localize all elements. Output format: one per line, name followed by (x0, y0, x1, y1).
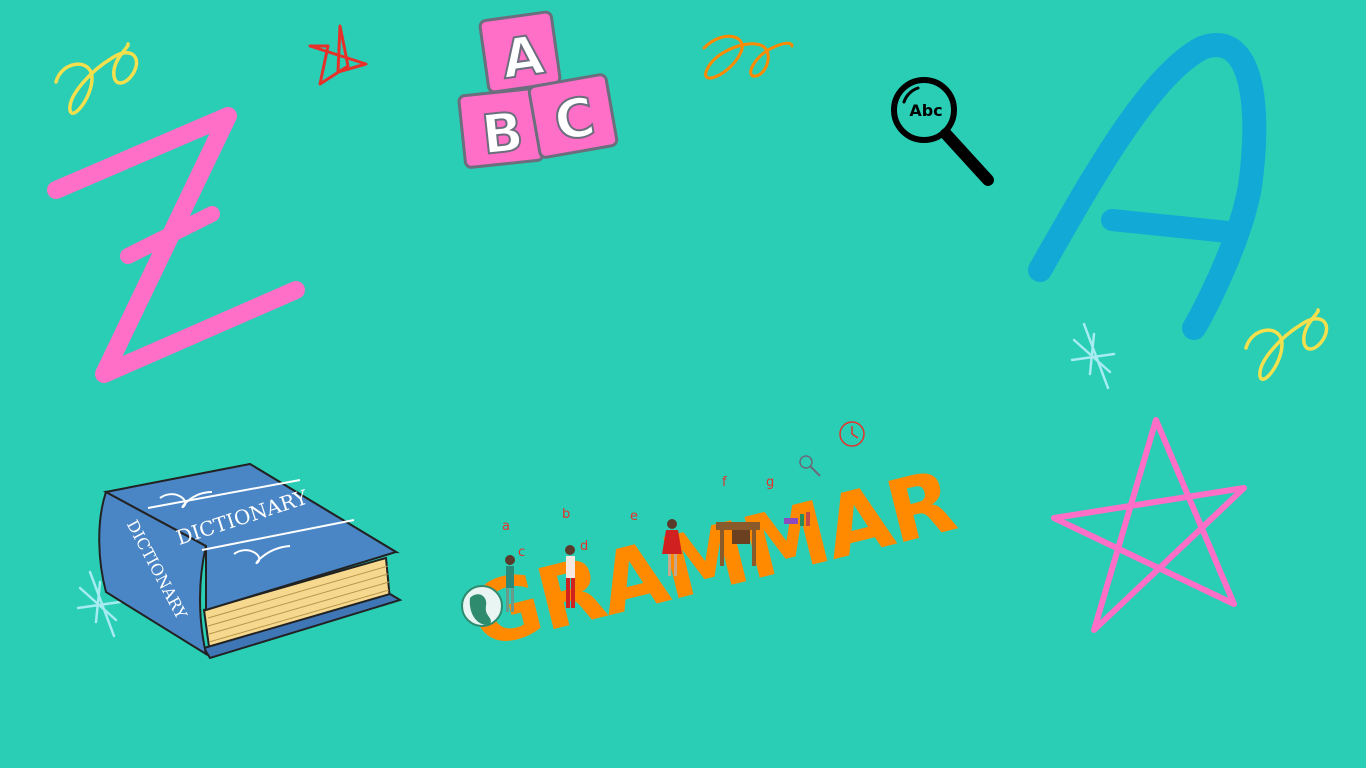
orange-scribble-icon (702, 34, 794, 80)
small-letter-a: a (502, 519, 510, 534)
pink-star-icon (1051, 417, 1247, 633)
small-letter-c: c (518, 545, 525, 560)
sparkle-icon (1070, 322, 1116, 390)
big-pink-z-letter: Z (47, 107, 305, 383)
small-letter-e: e (630, 509, 638, 524)
globe-icon (461, 585, 503, 627)
clock-icon (839, 421, 865, 447)
magnifier-text: Abc (909, 101, 942, 120)
yellow-scribble-right-icon (1244, 308, 1329, 381)
small-letter-b: b (562, 507, 570, 522)
small-letter-g: g (766, 475, 774, 490)
big-blue-a-letter: A (1028, 33, 1267, 340)
block-letter-a: A (498, 23, 548, 91)
small-letter-f: f (722, 475, 727, 490)
grammar-word: GRAMMAR (460, 451, 964, 668)
red-star-icon (308, 24, 368, 86)
dictionary-book-icon: DICTIONARY DICTIONARY (98, 462, 403, 660)
block-letter-b: B (479, 100, 527, 167)
abc-blocks-icon: A B C (457, 10, 619, 169)
grammar-illustration: GRAMMAR a b c d e f g (460, 421, 964, 668)
magnifier-icon: Abc (891, 77, 994, 186)
small-magnifier-icon (799, 455, 821, 477)
small-letter-d: d (580, 539, 588, 554)
